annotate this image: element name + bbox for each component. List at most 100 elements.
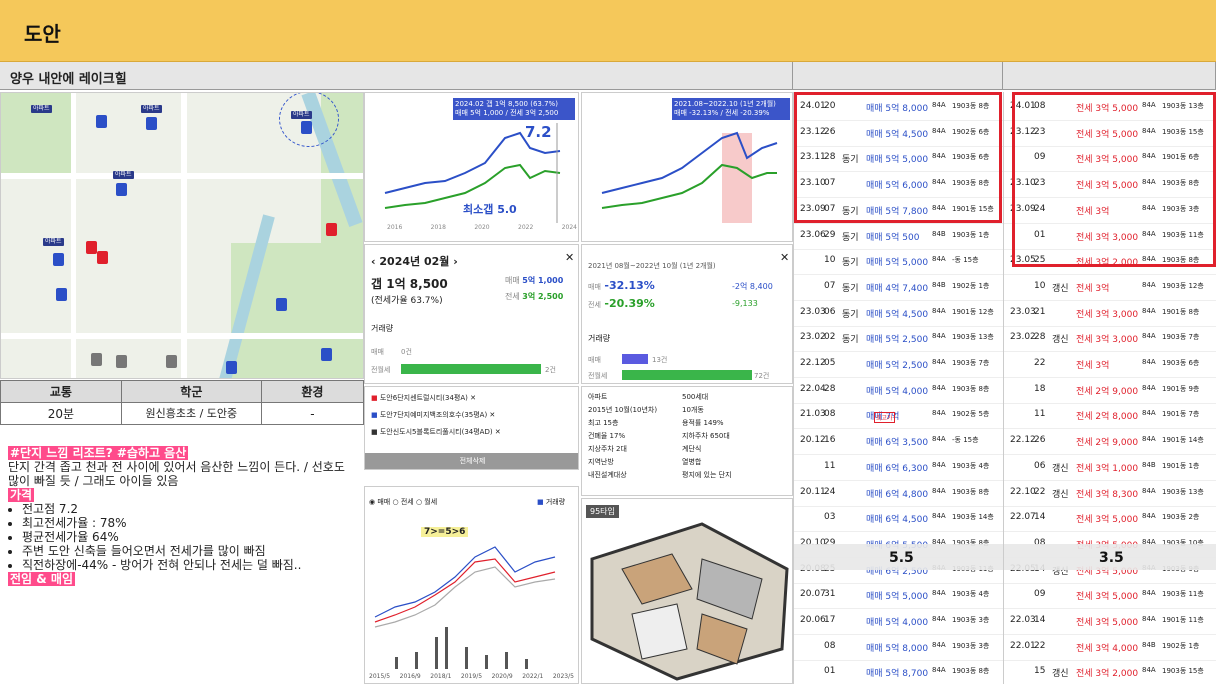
map-pin[interactable] xyxy=(56,288,67,301)
transaction-area: 84A xyxy=(932,306,946,315)
price-lines xyxy=(384,123,561,223)
transaction-date: 20.06 xyxy=(800,615,826,625)
transaction-date: 22.12 xyxy=(1010,435,1036,446)
transaction-day: 24 xyxy=(824,486,836,497)
transaction-price: 매매 5억 8,000 xyxy=(866,643,929,654)
transaction-type: 갱신 xyxy=(1052,335,1069,346)
transaction-unit: 1903동 3층 xyxy=(952,641,990,650)
complex-header: 양우 내안에 레이크힐 xyxy=(0,62,793,90)
rent-transactions: 24.01 08 전세 3억 5,000 84A 1903동 13층 23.12 23 전세 … xyxy=(1003,92,1216,684)
map-pin[interactable] xyxy=(116,183,127,196)
close-icon[interactable]: ✕ xyxy=(780,251,789,264)
transaction-row: 15 갱신 전세 3억 2,000 84A 1903동 15층 xyxy=(1004,657,1216,684)
map-pin[interactable] xyxy=(53,253,64,266)
notes-heading: 전임 & 매임 xyxy=(8,572,75,586)
transaction-unit: 1903동 4층 xyxy=(952,590,990,599)
transaction-date: 23.02 xyxy=(1010,332,1036,343)
close-icon[interactable]: ✕ xyxy=(565,251,574,264)
drop-detail: ✕ 2021년 08월~2022년 10월 (1년 2개월) 매매 -32.13… xyxy=(581,244,793,384)
transaction-area: 84A xyxy=(932,640,946,649)
transaction-area: 84A xyxy=(1142,666,1156,675)
floorplan[interactable]: 95타입 xyxy=(581,498,793,684)
note-item: 최고전세가율 : 78% xyxy=(22,516,356,530)
transaction-unit: 1902동 1층 xyxy=(1162,641,1200,650)
transaction-day: 15 xyxy=(1034,666,1046,677)
transaction-unit: 1903동 15층 xyxy=(1162,667,1204,676)
transaction-row: 06 갱신 전세 3억 1,000 84B 1901동 1층 xyxy=(1004,452,1216,481)
trend-chart[interactable]: ◉ 매매 ○ 전세 ○ 월세 ■ 거래량 7>=5>6 2015/5 2016/9… xyxy=(364,486,579,684)
transaction-type: 갱신 xyxy=(1052,283,1069,294)
map-pin-highlight[interactable] xyxy=(326,223,337,236)
transaction-day: 11 xyxy=(824,460,836,471)
transaction-date: 22.12 xyxy=(800,358,826,368)
transaction-row: 11 전세 2억 8,000 84A 1901동 7층 xyxy=(1004,400,1216,430)
transaction-type: 동기 xyxy=(842,335,859,346)
complex-name: 양우 내안에 레이크힐 xyxy=(10,72,127,87)
drop-chart[interactable]: 2021.08~2022.10 (1년 2개월) 매매 -32.13% / 전세 … xyxy=(581,92,793,242)
gap-chart[interactable]: 2024.02 갭 1억 8,500 (63.7%) 매매 5억 1,000 / … xyxy=(364,92,579,242)
selected-area-circle xyxy=(279,93,339,147)
transaction-unit: 1903동 8층 xyxy=(952,667,990,676)
x-tick: 2023/5 xyxy=(552,673,574,680)
transaction-date: 21.03 xyxy=(800,409,826,420)
map-tag: 아파트 xyxy=(43,238,64,246)
transaction-price: 매매 6억 4,800 xyxy=(866,489,929,500)
jeonse-rate: (전세가율 63.7%) xyxy=(371,296,443,306)
complex-map[interactable]: 아파트 아파트 아파트 아파트 아파트 xyxy=(0,92,364,379)
transaction-area: 84A xyxy=(1142,306,1156,315)
map-pin-inactive[interactable] xyxy=(166,355,177,368)
compare-item[interactable]: ■ 도안7단지예미지백조의호수(35평A) ✕ xyxy=(371,410,495,420)
transaction-day: 22 xyxy=(1034,486,1046,497)
map-pin[interactable] xyxy=(301,121,312,134)
facility-left: 아파트 2015년 10월(10년차) 최고 15층 건폐율 17% 지상주차 2대 지역… xyxy=(588,393,658,479)
map-tag: 아파트 xyxy=(113,171,134,179)
map-pin[interactable] xyxy=(276,298,287,311)
facility-info: 아파트 2015년 10월(10년차) 최고 15층 건폐율 17% 지상주차 2대 지역… xyxy=(581,386,793,496)
transaction-row: 23.02 02 동기 매매 5억 2,500 84A 1903동 13층 xyxy=(794,323,1003,353)
transaction-area: 84A xyxy=(932,486,946,495)
map-pin-inactive[interactable] xyxy=(116,355,127,368)
map-pin-highlight[interactable] xyxy=(97,251,108,264)
nav-date: 2024년 02월 xyxy=(379,255,450,268)
delete-all-button[interactable]: 전체삭제 xyxy=(365,453,578,469)
gap-value: 갭 1억 8,500 xyxy=(371,277,448,291)
note-item: 전고점 7.2 xyxy=(22,502,356,516)
transaction-unit: 1903동 7층 xyxy=(1162,333,1200,342)
transaction-area: 84A xyxy=(1142,280,1156,289)
transaction-price: 매매 5억 2,500 xyxy=(866,335,929,346)
transaction-unit: 1901동 11층 xyxy=(1162,616,1204,624)
map-pin-inactive[interactable] xyxy=(91,353,102,366)
transaction-price: 전세 3억 2,000 xyxy=(1076,669,1139,680)
drop-period: 2021년 08월~2022년 10월 (1년 2개월) xyxy=(588,262,716,270)
map-pin[interactable] xyxy=(146,117,157,130)
transaction-price: 전세 3억 1,000 xyxy=(1076,463,1139,474)
compare-item[interactable]: ■ 도안6단지센트럴시티(34평A) ✕ xyxy=(371,393,476,403)
transaction-day: 21 xyxy=(1034,306,1046,317)
transaction-unit: 1903동 13층 xyxy=(1162,487,1204,496)
trend-lines xyxy=(374,546,556,669)
transaction-date: 22.04 xyxy=(800,383,826,394)
transaction-day: 10 xyxy=(824,255,836,266)
map-pin-highlight[interactable] xyxy=(86,241,97,254)
x-tick: 2020/9 xyxy=(491,673,513,680)
transaction-row: 08 매매 5억 8,000 84A 1903동 3층 xyxy=(794,632,1003,661)
next-month-button[interactable]: › xyxy=(453,255,458,268)
note-item: 주변 도안 신축들 들어오면서 전세가를 많이 빠짐 xyxy=(22,544,356,558)
compare-item[interactable]: ■ 도안신도시5블록트리풀시티(34평AD) ✕ xyxy=(371,427,501,437)
transaction-type: 갱신 xyxy=(1052,463,1069,474)
transaction-area: 84A xyxy=(1142,512,1156,521)
transaction-unit: 1902동 5층 xyxy=(952,410,990,419)
transaction-day: 31 xyxy=(824,589,836,600)
map-pin[interactable] xyxy=(96,115,107,128)
transaction-day: 08 xyxy=(824,640,836,651)
transaction-day: 01 xyxy=(824,666,836,677)
transaction-row: 22 전세 3억 84A 1903동 6층 xyxy=(1004,349,1216,378)
map-pin[interactable] xyxy=(321,348,332,361)
transaction-area: 84B xyxy=(1142,460,1156,469)
map-pin[interactable] xyxy=(226,361,237,374)
transaction-day: 29 xyxy=(824,229,836,240)
x-tick: 2018 xyxy=(430,224,446,231)
notes-heading: 가격 xyxy=(8,488,35,502)
rent-score: 3.5 xyxy=(1099,550,1124,566)
prev-month-button[interactable]: ‹ xyxy=(371,255,376,268)
